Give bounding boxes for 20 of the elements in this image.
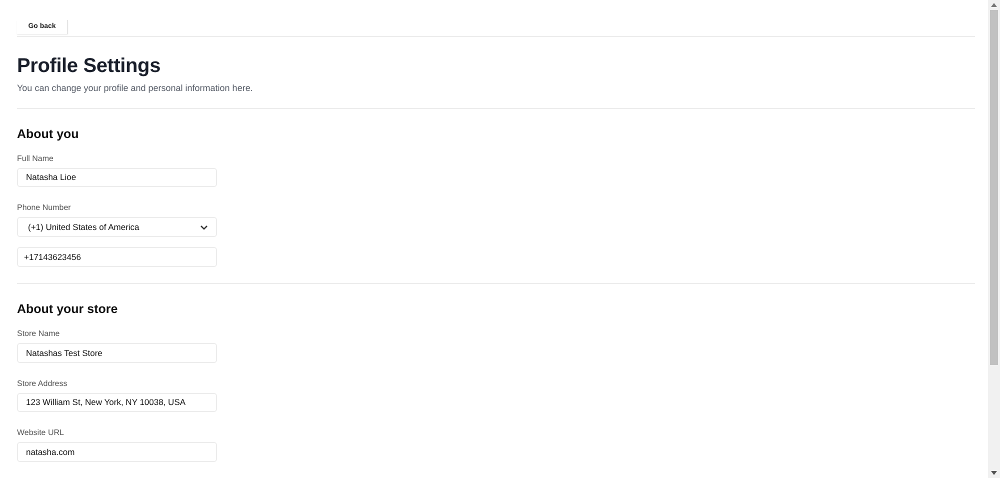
scroll-thumb[interactable] <box>990 10 998 365</box>
input-field[interactable]: natasha.com <box>17 442 217 462</box>
input-field[interactable]: +17143623456 <box>17 247 217 267</box>
field-label: Store Address <box>17 378 68 388</box>
input-field[interactable]: Natashas Test Store <box>17 342 217 363</box>
field-label: Store Name <box>17 328 60 338</box>
field-label: Phone Number <box>17 203 71 212</box>
input-field[interactable]: Natasha Lioe <box>17 168 217 188</box>
section-title: About you <box>17 126 79 141</box>
section-title: About your store <box>17 302 118 316</box>
page-subtitle: You can change your profile and personal information here. <box>17 82 253 93</box>
country-select[interactable]: (+1) United States of America <box>17 217 217 238</box>
field-label: Website URL <box>17 428 64 438</box>
chevron-down-icon <box>200 224 208 230</box>
scroll-down-icon[interactable] <box>991 471 997 475</box>
scrollbar[interactable] <box>988 0 1000 478</box>
page-title: Profile Settings <box>17 54 160 78</box>
scroll-up-icon[interactable] <box>991 3 997 7</box>
field-label: Full Name <box>17 154 54 163</box>
input-field[interactable]: 123 William St, New York, NY 10038, USA <box>17 392 217 412</box>
